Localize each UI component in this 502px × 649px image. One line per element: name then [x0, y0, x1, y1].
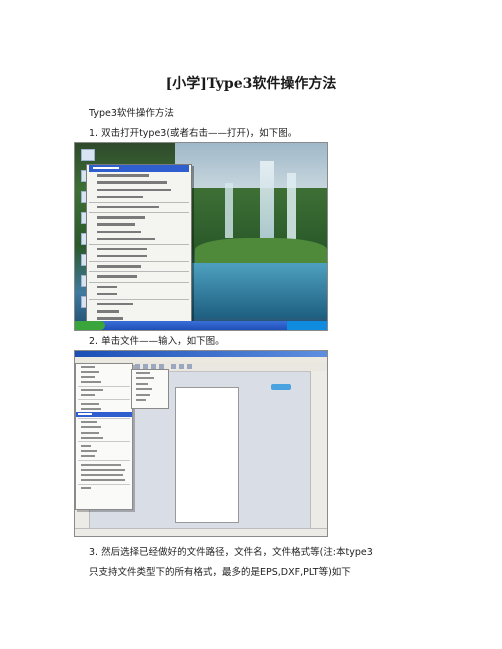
lake — [175, 263, 327, 318]
menu-item — [93, 172, 189, 179]
menu-item — [93, 221, 189, 228]
menu-item — [93, 229, 189, 236]
menu-item — [93, 284, 189, 291]
menu-separator — [78, 441, 130, 443]
menu-item — [93, 291, 189, 298]
file-menu-item-selected — [76, 411, 132, 417]
menu-item-open — [89, 165, 189, 173]
file-menu-item — [79, 380, 132, 385]
menu-separator — [89, 271, 189, 273]
desktop-icon — [81, 149, 95, 161]
doc-subtitle: Type3软件操作方法 — [89, 108, 174, 119]
drawing-canvas — [175, 387, 239, 523]
menu-item — [93, 187, 189, 194]
menu-item — [93, 194, 189, 201]
menu-separator — [89, 261, 189, 263]
context-menu — [86, 164, 192, 330]
menu-separator — [78, 417, 130, 419]
menu-item — [93, 301, 189, 308]
menu-item — [93, 204, 189, 211]
waterfall — [260, 161, 274, 241]
menu-item — [93, 273, 189, 280]
file-menu-item — [79, 486, 132, 491]
submenu-item — [135, 398, 168, 404]
blue-action-button — [271, 384, 291, 390]
menu-separator — [89, 243, 189, 245]
toolbar-tool-icon — [179, 364, 184, 369]
menu-separator — [78, 483, 130, 485]
toolbar-tool-icon — [171, 364, 176, 369]
desktop-screenshot — [74, 142, 328, 331]
start-button — [75, 321, 105, 330]
file-menu-item — [79, 393, 132, 398]
menu-item — [93, 308, 189, 315]
waterfall — [225, 183, 233, 238]
page-title: [小学]Type3软件操作方法 — [165, 76, 337, 92]
menu-item — [93, 179, 189, 186]
waterfall — [287, 173, 296, 243]
import-submenu — [131, 369, 169, 409]
file-menu-item — [79, 435, 132, 440]
step-1-text: 1. 双击打开type3(或者右击——打开)，如下图。 — [89, 128, 298, 139]
file-menu-item — [79, 454, 132, 459]
type3-app-screenshot — [74, 350, 328, 537]
sky — [175, 143, 327, 188]
right-tool-panel — [310, 371, 327, 529]
menu-item — [93, 214, 189, 221]
menu-item — [93, 253, 189, 260]
menu-separator — [89, 212, 189, 214]
menu-separator — [89, 299, 189, 300]
menu-separator — [78, 385, 130, 387]
file-menu — [75, 363, 133, 510]
menu-item — [93, 246, 189, 253]
step-3-text: 3. 然后选择已经做好的文件路径，文件名，文件格式等(注:本type3 — [89, 547, 373, 558]
menu-separator — [89, 281, 189, 283]
menu-separator — [89, 201, 189, 203]
file-menu-item — [79, 478, 132, 483]
menu-item — [93, 236, 189, 243]
menu-separator — [78, 399, 130, 401]
toolbar-tool-icon — [187, 364, 192, 369]
step-2-text: 2. 单击文件——输入，如下图。 — [89, 336, 225, 347]
step-3-text-continued: 只支持文件类型下的所有格式，最多的是EPS,DXF,PLT等)如下 — [89, 567, 351, 578]
menu-item — [93, 263, 189, 270]
menu-separator — [78, 460, 130, 461]
system-tray — [287, 321, 327, 330]
status-bar — [75, 528, 327, 536]
